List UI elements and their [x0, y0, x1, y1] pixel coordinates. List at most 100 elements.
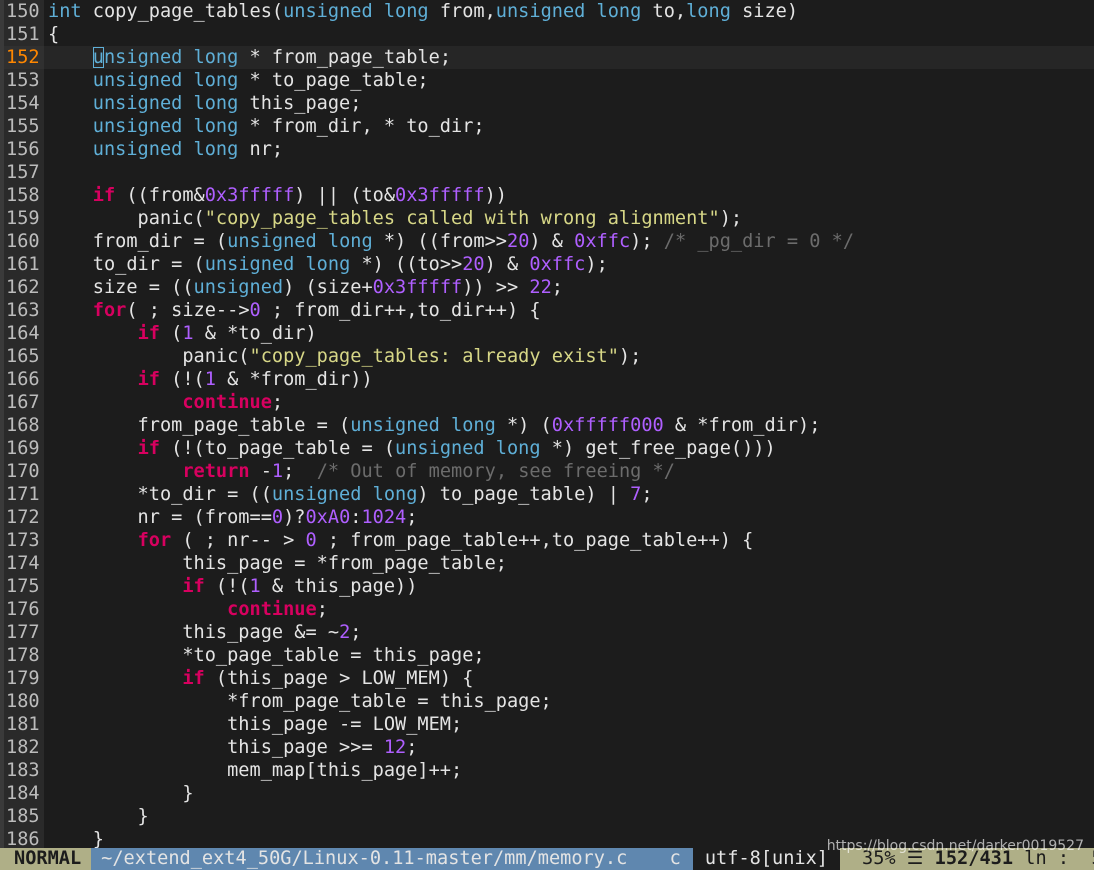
mode-indicator: NORMAL [0, 848, 92, 870]
editor-buffer[interactable]: 150 int copy_page_tables(unsigned long fr… [0, 0, 1094, 848]
code-token: *to_page_table = this_page; [48, 645, 485, 666]
code-text[interactable]: this_page &= ~2; [44, 621, 361, 644]
code-token: continue [182, 392, 272, 413]
code-line[interactable]: 173 for ( ; nr-- > 0 ; from_page_table++… [4, 529, 1094, 552]
code-line[interactable]: 174 this_page = *from_page_table; [4, 552, 1094, 575]
code-text[interactable]: from_dir = (unsigned long *) ((from>>20)… [44, 230, 854, 253]
code-text[interactable]: unsigned long * from_dir, * to_dir; [44, 115, 485, 138]
code-text[interactable]: nr = (from==0)?0xA0:1024; [44, 506, 418, 529]
code-token: panic( [48, 346, 250, 367]
code-token: 1 [249, 576, 261, 597]
code-text[interactable]: mem_map[this_page]++; [44, 759, 462, 782]
code-line[interactable]: 185 } [4, 805, 1094, 828]
code-text[interactable]: to_dir = (unsigned long *) ((to>>20) & 0… [44, 253, 608, 276]
code-line[interactable]: 153 unsigned long * to_page_table; [4, 69, 1094, 92]
code-line[interactable]: 163 for( ; size-->0 ; from_dir++,to_dir+… [4, 299, 1094, 322]
code-line[interactable]: 180 *from_page_table = this_page; [4, 690, 1094, 713]
code-text[interactable]: for ( ; nr-- > 0 ; from_page_table++,to_… [44, 529, 754, 552]
code-token: this_page; [238, 93, 362, 114]
code-text[interactable]: if (!(to_page_table = (unsigned long *) … [44, 437, 776, 460]
code-line[interactable]: 184 } [4, 782, 1094, 805]
code-text[interactable]: } [44, 782, 194, 805]
code-token: ) & [529, 231, 575, 252]
code-line[interactable]: 154 unsigned long this_page; [4, 92, 1094, 115]
code-text[interactable]: size = ((unsigned) (size+0x3fffff)) >> 2… [44, 276, 563, 299]
code-text[interactable]: this_page -= LOW_MEM; [44, 713, 462, 736]
code-text[interactable]: unsigned long * from_page_table; [44, 46, 451, 69]
code-line[interactable]: 182 this_page >>= 12; [4, 736, 1094, 759]
line-number: 154 [4, 92, 44, 115]
code-line[interactable]: 183 mem_map[this_page]++; [4, 759, 1094, 782]
code-line[interactable]: 186 } [4, 828, 1094, 848]
code-token: unsigned [193, 277, 284, 298]
code-token: this_page -= LOW_MEM; [48, 714, 463, 735]
code-line[interactable]: 170 return -1; /* Out of memory, see fre… [4, 460, 1094, 483]
code-text[interactable]: for( ; size-->0 ; from_dir++,to_dir++) { [44, 299, 541, 322]
code-text[interactable]: if ((from&0x3fffff) || (to&0x3fffff)) [44, 184, 507, 207]
code-text[interactable]: unsigned long nr; [44, 138, 283, 161]
code-line[interactable]: 157 [4, 161, 1094, 184]
code-text[interactable]: *to_dir = ((unsigned long) to_page_table… [44, 483, 653, 506]
code-token: )? [283, 507, 306, 528]
code-text[interactable]: *to_page_table = this_page; [44, 644, 485, 667]
code-line[interactable]: 167 continue; [4, 391, 1094, 414]
code-text[interactable]: if (this_page > LOW_MEM) { [44, 667, 473, 690]
code-line[interactable]: 150 int copy_page_tables(unsigned long fr… [4, 0, 1094, 23]
code-line[interactable]: 160 from_dir = (unsigned long *) ((from>… [4, 230, 1094, 253]
code-text[interactable]: unsigned long this_page; [44, 92, 362, 115]
position-separator: : [1057, 848, 1070, 869]
code-line[interactable]: 162 size = ((unsigned) (size+0x3fffff)) … [4, 276, 1094, 299]
code-text[interactable]: panic("copy_page_tables called with wron… [44, 207, 743, 230]
code-line[interactable]: 175 if (!(1 & this_page)) [4, 575, 1094, 598]
code-token: if [182, 668, 205, 689]
code-token: ; from_page_table++,to_page_table++) { [316, 530, 754, 551]
code-text[interactable]: if (!(1 & *from_dir)) [44, 368, 373, 391]
code-line[interactable]: 156 unsigned long nr; [4, 138, 1094, 161]
code-text[interactable]: } [44, 828, 104, 848]
code-line[interactable]: 166 if (!(1 & *from_dir)) [4, 368, 1094, 391]
code-token: 1 [204, 369, 216, 390]
code-token: int [48, 1, 82, 22]
code-text[interactable]: return -1; /* Out of memory, see freeing… [44, 460, 675, 483]
code-line[interactable]: 165 panic("copy_page_tables: already exi… [4, 345, 1094, 368]
code-line[interactable]: 169 if (!(to_page_table = (unsigned long… [4, 437, 1094, 460]
code-token: *) ((to>> [350, 254, 463, 275]
line-number: 186 [4, 828, 44, 848]
code-text[interactable]: { [44, 23, 59, 46]
code-token: ); [630, 231, 664, 252]
line-number: 161 [4, 253, 44, 276]
code-text[interactable]: if (1 & *to_dir) [44, 322, 317, 345]
code-text[interactable]: this_page >>= 12; [44, 736, 417, 759]
code-text[interactable]: from_page_table = (unsigned long *) (0xf… [44, 414, 821, 437]
code-line[interactable]: 152 unsigned long * from_page_table; [4, 46, 1094, 69]
code-token: 0xffc [529, 254, 586, 275]
code-text[interactable]: continue; [44, 391, 283, 414]
code-line[interactable]: 181 this_page -= LOW_MEM; [4, 713, 1094, 736]
code-token: from_page_table = ( [48, 415, 351, 436]
code-line[interactable]: 179 if (this_page > LOW_MEM) { [4, 667, 1094, 690]
code-line[interactable]: 176 continue; [4, 598, 1094, 621]
code-line[interactable]: 164 if (1 & *to_dir) [4, 322, 1094, 345]
code-text[interactable]: this_page = *from_page_table; [44, 552, 507, 575]
code-line[interactable]: 172 nr = (from==0)?0xA0:1024; [4, 506, 1094, 529]
code-token: } [48, 783, 194, 804]
code-line[interactable]: 171 *to_dir = ((unsigned long) to_page_t… [4, 483, 1094, 506]
code-text[interactable]: *from_page_table = this_page; [44, 690, 552, 713]
code-line[interactable]: 178 *to_page_table = this_page; [4, 644, 1094, 667]
code-line[interactable]: 177 this_page &= ~2; [4, 621, 1094, 644]
code-text[interactable]: } [44, 805, 149, 828]
code-line[interactable]: 151{ [4, 23, 1094, 46]
code-line[interactable]: 158 if ((from&0x3fffff) || (to&0x3fffff)… [4, 184, 1094, 207]
line-number: 171 [4, 483, 44, 506]
code-line[interactable]: 155 unsigned long * from_dir, * to_dir; [4, 115, 1094, 138]
code-text[interactable]: unsigned long * to_page_table; [44, 69, 429, 92]
code-text[interactable]: panic("copy_page_tables: already exist")… [44, 345, 641, 368]
code-text[interactable]: continue; [44, 598, 328, 621]
code-text[interactable]: if (!(1 & this_page)) [44, 575, 417, 598]
code-line[interactable]: 159 panic("copy_page_tables called with … [4, 207, 1094, 230]
code-line[interactable]: 161 to_dir = (unsigned long *) ((to>>20)… [4, 253, 1094, 276]
code-line[interactable]: 168 from_page_table = (unsigned long *) … [4, 414, 1094, 437]
code-text[interactable]: int copy_page_tables(unsigned long from,… [44, 0, 798, 23]
